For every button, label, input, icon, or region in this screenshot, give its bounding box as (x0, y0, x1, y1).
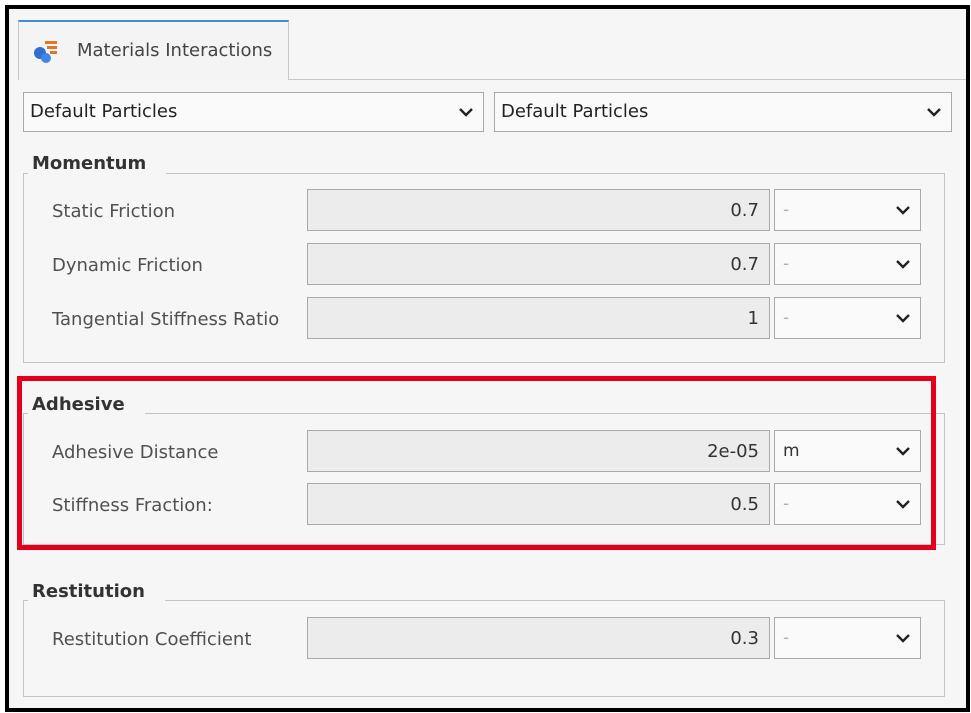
static-friction-unit: - (783, 200, 790, 220)
restitution-coefficient-unit-select[interactable]: - (774, 617, 921, 659)
tab-underline (289, 79, 966, 80)
tangential-stiffness-ratio-value: 1 (747, 308, 759, 329)
tangential-stiffness-ratio-unit: - (783, 308, 790, 328)
restitution-coefficient-input[interactable]: 0.3 (307, 617, 770, 659)
static-friction-label: Static Friction (52, 201, 176, 222)
tangential-stiffness-ratio-label: Tangential Stiffness Ratio (52, 309, 280, 330)
chevron-down-icon (896, 206, 910, 215)
tangential-stiffness-ratio-input[interactable]: 1 (307, 297, 770, 339)
restitution-title: Restitution (28, 581, 165, 602)
material-select-right-value: Default Particles (501, 101, 649, 122)
restitution-coefficient-value: 0.3 (730, 628, 759, 649)
material-select-left[interactable]: Default Particles (23, 92, 484, 132)
chevron-down-icon (459, 108, 473, 117)
dynamic-friction-input[interactable]: 0.7 (307, 243, 770, 285)
static-friction-input[interactable]: 0.7 (307, 189, 770, 231)
dynamic-friction-unit: - (783, 254, 790, 274)
chevron-down-icon (896, 260, 910, 269)
dynamic-friction-unit-select[interactable]: - (774, 243, 921, 285)
static-friction-unit-select[interactable]: - (774, 189, 921, 231)
chevron-down-icon (896, 634, 910, 643)
dynamic-friction-label: Dynamic Friction (52, 255, 203, 276)
chevron-down-icon (896, 314, 910, 323)
momentum-title: Momentum (28, 153, 167, 174)
tab-bar: Materials Interactions (9, 9, 966, 85)
restitution-coefficient-unit: - (783, 628, 790, 648)
tab-label: Materials Interactions (77, 40, 273, 61)
tab-materials-interactions[interactable]: Materials Interactions (18, 20, 289, 80)
material-select-left-value: Default Particles (30, 101, 178, 122)
dynamic-friction-value: 0.7 (730, 254, 759, 275)
static-friction-value: 0.7 (730, 200, 759, 221)
material-select-right[interactable]: Default Particles (494, 92, 952, 132)
chevron-down-icon (927, 108, 941, 117)
materials-interactions-icon (34, 41, 57, 63)
panel-frame: Materials Interactions Default Particles… (5, 5, 970, 712)
adhesive-highlight-box (17, 376, 936, 550)
tangential-stiffness-ratio-unit-select[interactable]: - (774, 297, 921, 339)
restitution-coefficient-label: Restitution Coefficient (52, 629, 252, 650)
